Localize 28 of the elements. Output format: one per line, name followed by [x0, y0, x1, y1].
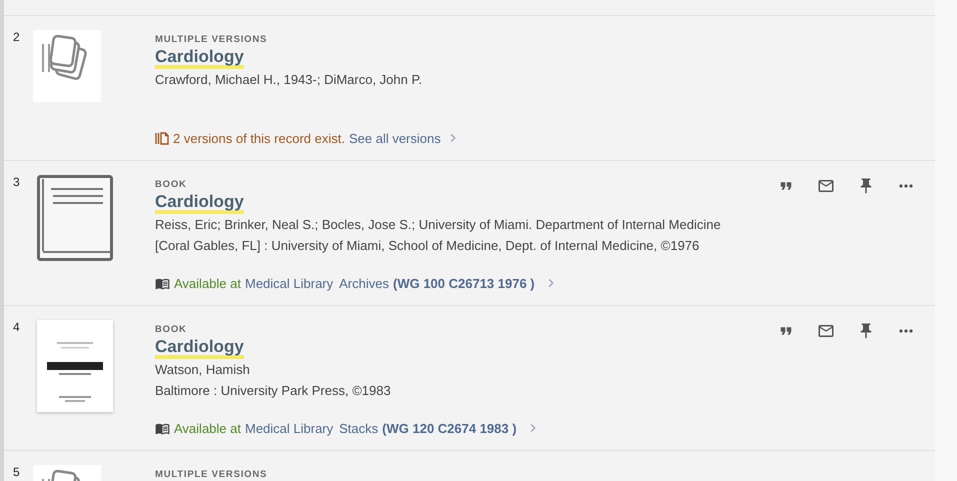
record-type: BOOK: [155, 324, 187, 336]
result-number: 5: [13, 465, 21, 481]
email-icon[interactable]: [817, 322, 835, 340]
creators-text: Watson, Hamish: [155, 361, 250, 379]
record-type: MULTIPLE VERSIONS: [155, 469, 268, 481]
see-all-versions-link[interactable]: See all versions: [348, 130, 441, 146]
publication-text: Baltimore : University Park Press, ©1983: [155, 382, 391, 400]
record-type: MULTIPLE VERSIONS: [155, 34, 268, 46]
versions-icon: [155, 132, 169, 144]
creators-text: Reiss, Eric; Brinker, Neal S.; Bocles, Jose S.; University of Miami. Department of Internal Medicine: [155, 216, 721, 234]
multiple-versions-icon: [33, 30, 101, 102]
email-icon[interactable]: [817, 177, 835, 195]
call-number[interactable]: (WG 100 C26713 1976 ): [393, 276, 535, 290]
versions-text: 2 versions of this record exist.: [173, 130, 345, 146]
result-number: 3: [13, 175, 21, 191]
location-link[interactable]: Stacks: [339, 420, 378, 436]
creators-text: Crawford, Michael H., 1943-; DiMarco, John P.: [155, 71, 422, 89]
library-link[interactable]: Medical Library: [244, 420, 334, 436]
availability-status: Available at: [174, 276, 241, 290]
publication-text: [Coral Gables, FL] : University of Miami, School of Medicine, Dept. of Internal Medicine, ©1976: [155, 237, 700, 255]
result-number: 2: [13, 30, 21, 46]
location-link[interactable]: Archives: [339, 276, 389, 290]
call-number[interactable]: (WG 120 C2674 1983 ): [382, 420, 517, 436]
record-type: BOOK: [155, 179, 187, 191]
book-icon: [37, 175, 113, 261]
result-number: 4: [13, 320, 21, 336]
library-link[interactable]: Medical Library: [244, 276, 334, 290]
availability-status: Available at: [174, 420, 241, 436]
